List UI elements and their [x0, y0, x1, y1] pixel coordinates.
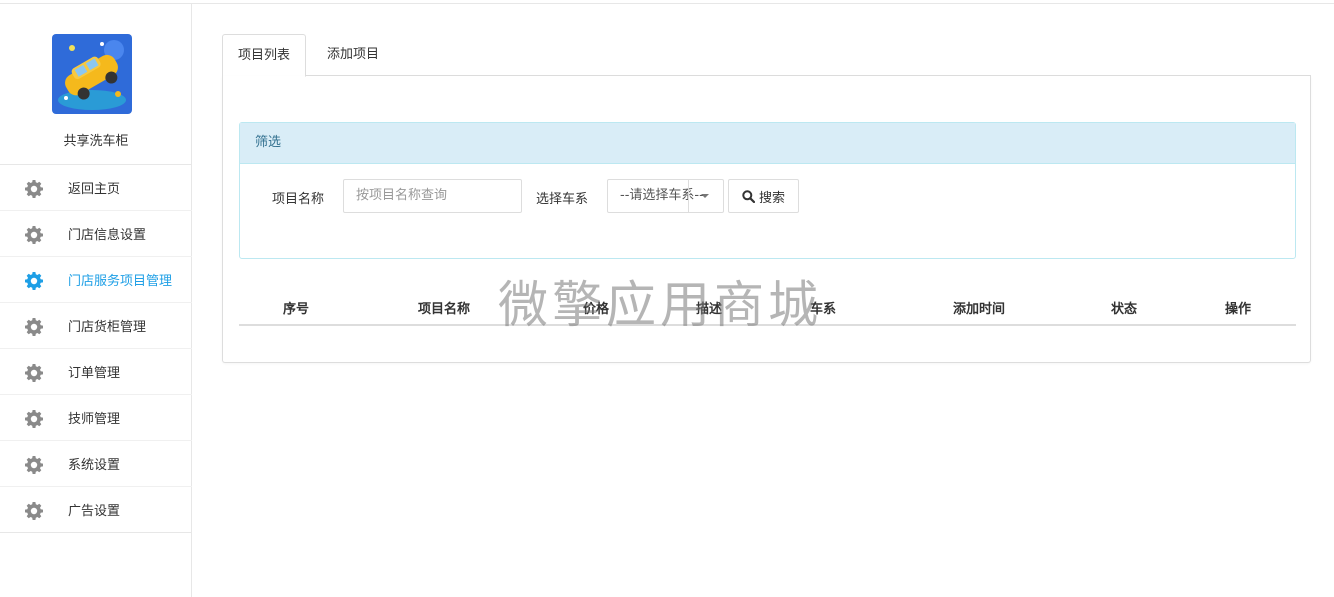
- sidebar-item-label: 订单管理: [68, 366, 121, 381]
- car-series-select[interactable]: --请选择车系--: [607, 179, 724, 213]
- sidebar-item-ad-settings[interactable]: 广告设置: [0, 487, 192, 533]
- sidebar-item-label: 门店服务项目管理: [68, 274, 173, 289]
- sidebar-item-store-info[interactable]: 门店信息设置: [0, 211, 192, 257]
- car-series-selected: --请选择车系--: [620, 188, 704, 203]
- column-header: 项目名称: [417, 302, 470, 317]
- gear-icon: [24, 271, 44, 291]
- sidebar-item-label: 门店信息设置: [68, 228, 147, 243]
- column-header: 操作: [1224, 302, 1251, 317]
- sidebar-item-label: 系统设置: [68, 458, 121, 473]
- gear-icon: [24, 179, 44, 199]
- sidebar-item-cabinet[interactable]: 门店货柜管理: [0, 303, 192, 349]
- filter-box: 筛选 项目名称 按项目名称查询 选择车系 --请选择车系-- 搜索: [239, 122, 1296, 259]
- project-name-input[interactable]: 按项目名称查询: [343, 179, 522, 213]
- top-border: [0, 0, 1334, 4]
- chevron-down-icon: [701, 194, 709, 198]
- search-icon: [742, 189, 755, 203]
- sidebar-item-label: 广告设置: [68, 504, 121, 519]
- gear-icon: [24, 317, 44, 337]
- project-name-label: 项目名称: [272, 192, 325, 207]
- column-header: 添加时间: [952, 302, 1005, 317]
- sidebar-item-service-projects[interactable]: 门店服务项目管理: [0, 257, 192, 303]
- tab-project-list[interactable]: 项目列表: [222, 34, 307, 77]
- sidebar-menu: 返回主页 门店信息设置 门店服务项目管理 门店货柜管理 订单管理 技师管理 系统…: [0, 164, 192, 533]
- column-header: 状态: [1110, 302, 1137, 317]
- sidebar-item-label: 技师管理: [68, 412, 121, 427]
- gear-icon: [24, 455, 44, 475]
- shop-logo: [52, 34, 132, 114]
- filter-title: 筛选: [240, 123, 1295, 164]
- gear-icon: [24, 225, 44, 245]
- main-panel: 筛选 项目名称 按项目名称查询 选择车系 --请选择车系-- 搜索 序号 项目名…: [222, 76, 1311, 363]
- sidebar-item-label: 门店货柜管理: [68, 320, 147, 335]
- sidebar-item-system-settings[interactable]: 系统设置: [0, 441, 192, 487]
- shop-name: 共享洗车柜: [63, 134, 129, 149]
- tab-add-project[interactable]: 添加项目: [312, 34, 394, 76]
- gear-icon: [24, 409, 44, 429]
- select-divider: [688, 180, 689, 212]
- sidebar-item-technicians[interactable]: 技师管理: [0, 395, 192, 441]
- sidebar-item-home[interactable]: 返回主页: [0, 165, 192, 211]
- column-header: 价格: [582, 302, 609, 317]
- search-button[interactable]: 搜索: [728, 179, 799, 213]
- column-header: 描述: [695, 302, 722, 317]
- gear-icon: [24, 363, 44, 383]
- sidebar: 共享洗车柜 返回主页 门店信息设置 门店服务项目管理 门店货柜管理 订单管理 技…: [0, 4, 192, 597]
- sidebar-item-label: 返回主页: [68, 182, 121, 197]
- gear-icon: [24, 501, 44, 521]
- table-header: 序号 项目名称 价格 描述 车系 添加时间 状态 操作: [239, 290, 1296, 326]
- column-header: 序号: [282, 302, 309, 317]
- car-series-label: 选择车系: [536, 192, 589, 207]
- search-button-label: 搜索: [758, 190, 785, 206]
- sidebar-item-orders[interactable]: 订单管理: [0, 349, 192, 395]
- tab-bar: 项目列表 添加项目: [222, 34, 1311, 77]
- column-header: 车系: [809, 302, 836, 317]
